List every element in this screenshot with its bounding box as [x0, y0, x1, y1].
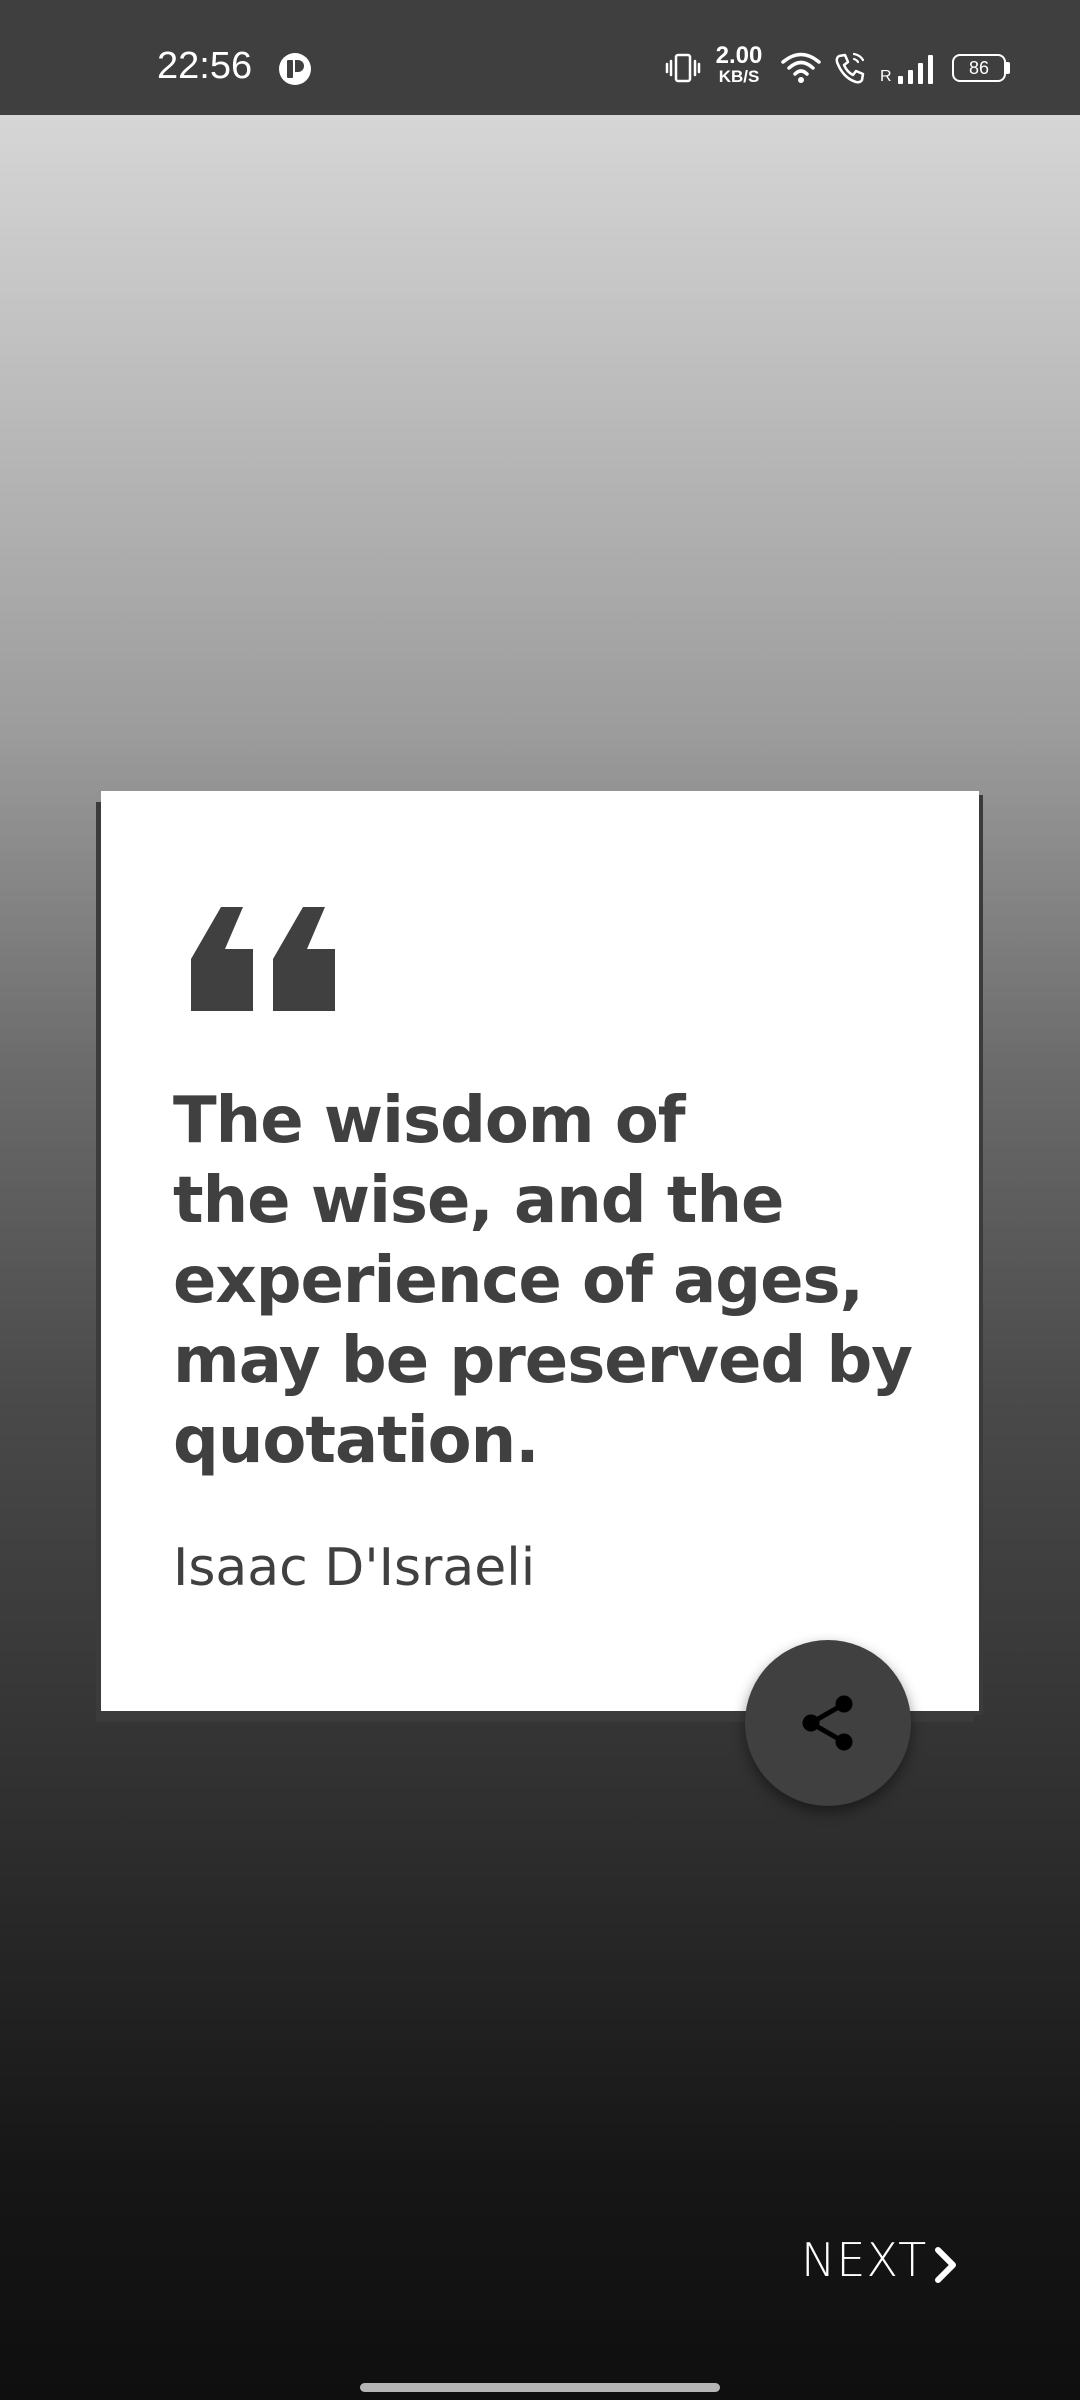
status-bar: 22:56 2.00 KB/S R 86 [0, 0, 1080, 115]
wifi-calling-icon [835, 52, 865, 84]
quote-text: The wisdom of the wise, and the experien… [173, 1084, 913, 1478]
signal-icon [898, 55, 933, 84]
quote-card: The wisdom of the wise, and the experien… [101, 791, 979, 1711]
share-icon [802, 1695, 853, 1751]
chevron-right-icon [935, 2247, 956, 2283]
wifi-icon [781, 52, 821, 83]
battery-icon: 86 [952, 54, 1006, 82]
roaming-indicator: R [880, 68, 892, 85]
quote-author: Isaac D'Israeli [173, 1538, 536, 1598]
vibrate-icon [665, 53, 701, 83]
next-button[interactable]: NEXT [795, 2228, 970, 2298]
share-button[interactable] [745, 1640, 911, 1806]
network-speed-unit: KB/S [718, 67, 760, 86]
battery-level: 86 [968, 58, 990, 78]
network-speed-value: 2.00 [715, 42, 763, 69]
battery-tip [1006, 62, 1010, 74]
notification-app-icon [279, 53, 311, 85]
status-time: 22:56 [157, 45, 253, 87]
next-label: NEXT [801, 2233, 928, 2287]
network-speed: 2.00 KB/S [708, 44, 770, 86]
quote-mark-icon [191, 907, 335, 1011]
home-indicator[interactable] [360, 2383, 720, 2392]
